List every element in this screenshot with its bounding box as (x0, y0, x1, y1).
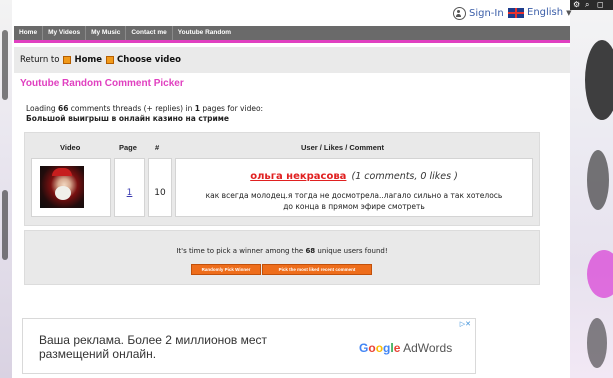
left-background-decoration (0, 0, 12, 378)
comment-text: как всегда молодец.я тогда не досмотрела… (205, 191, 503, 211)
video-cell (31, 158, 111, 217)
thumbnail-detail (55, 186, 71, 200)
number-cell: 10 (148, 158, 172, 217)
header-user: User / Likes / Comment (301, 143, 384, 152)
bullet-icon (106, 56, 115, 64)
language-selector[interactable]: English ▼ (508, 7, 572, 18)
random-pick-button[interactable]: Randomly Pick Winner (191, 264, 261, 275)
breadcrumb: Return to Home Choose video (14, 47, 570, 73)
breadcrumb-home-link[interactable]: Home (74, 55, 102, 65)
right-background-decoration (570, 0, 613, 378)
page-cell: 1 (114, 158, 145, 217)
header-number: # (155, 143, 160, 152)
user-line: ольга некрасова (1 comments, 0 likes ) (176, 164, 532, 183)
left-decoration-stroke (2, 30, 8, 100)
header-page: Page (119, 143, 137, 152)
main-navigation: Home My Videos My Music Contact me Youtu… (14, 26, 570, 40)
page-container: Sign-In English ▼ Home My Videos My Musi… (12, 0, 572, 378)
uk-flag-icon (508, 7, 524, 18)
nav-item-home[interactable]: Home (14, 26, 44, 40)
nav-item-youtube-random[interactable]: Youtube Random (173, 26, 236, 40)
header-video: Video (60, 143, 81, 152)
user-name-link[interactable]: ольга некрасова (250, 171, 346, 182)
language-label: English (527, 7, 564, 18)
comment-number: 10 (154, 188, 166, 198)
zoom-icon[interactable]: ◻ (597, 0, 604, 10)
nav-item-my-music[interactable]: My Music (86, 26, 127, 40)
loading-info: Loading 66 comments threads (+ replies) … (26, 104, 263, 124)
sign-in-label: Sign-In (469, 8, 504, 19)
breadcrumb-prefix: Return to (20, 55, 60, 65)
results-panel: Video Page # User / Likes / Comment 1 10… (24, 132, 540, 226)
page-title: Youtube Random Comment Picker (20, 78, 184, 89)
ad-text: Ваша реклама. Более 2 миллионов мест раз… (39, 333, 268, 361)
winner-message: It's time to pick a winner among the 68 … (176, 247, 388, 255)
video-title: Большой выигрыш в онлайн казино на стрим… (26, 114, 230, 123)
thumbnail-detail (52, 168, 72, 176)
user-meta: (1 comments, 0 likes ) (351, 171, 458, 182)
sign-in-link[interactable]: Sign-In (453, 7, 504, 20)
search-icon[interactable]: ⌕ (585, 0, 589, 10)
page-link[interactable]: 1 (127, 188, 133, 198)
video-thumbnail[interactable] (40, 166, 84, 208)
nav-accent-bar (14, 40, 570, 43)
left-decoration-stroke (2, 190, 8, 260)
nav-item-contact[interactable]: Contact me (126, 26, 173, 40)
winner-panel: It's time to pick a winner among the 68 … (24, 230, 540, 285)
chevron-down-icon: ▼ (566, 8, 572, 17)
unique-users-count: 68 (305, 247, 316, 255)
user-cell: ольга некрасова (1 comments, 0 likes ) к… (175, 158, 533, 217)
settings-icon[interactable]: ⚙ (573, 0, 580, 10)
decoration-shape (585, 40, 613, 120)
decoration-shape (587, 250, 613, 298)
top-bar: Sign-In English ▼ (12, 0, 572, 26)
user-icon (453, 7, 466, 20)
ad-banner[interactable]: ▷✕ Ваша реклама. Более 2 миллионов мест … (22, 318, 476, 374)
decoration-shape (587, 318, 607, 368)
bullet-icon (63, 56, 72, 64)
loading-summary: Loading 66 comments threads (+ replies) … (26, 104, 264, 113)
google-adwords-logo: Google AdWords (359, 341, 453, 355)
nav-item-my-videos[interactable]: My Videos (43, 26, 87, 40)
comment-count: 66 (57, 104, 69, 113)
most-liked-button[interactable]: Pick the most liked recent comment (262, 264, 372, 275)
breadcrumb-choose-video-link[interactable]: Choose video (117, 55, 181, 65)
decoration-shape (587, 150, 609, 210)
ad-choices-icon[interactable]: ▷✕ (460, 320, 471, 328)
